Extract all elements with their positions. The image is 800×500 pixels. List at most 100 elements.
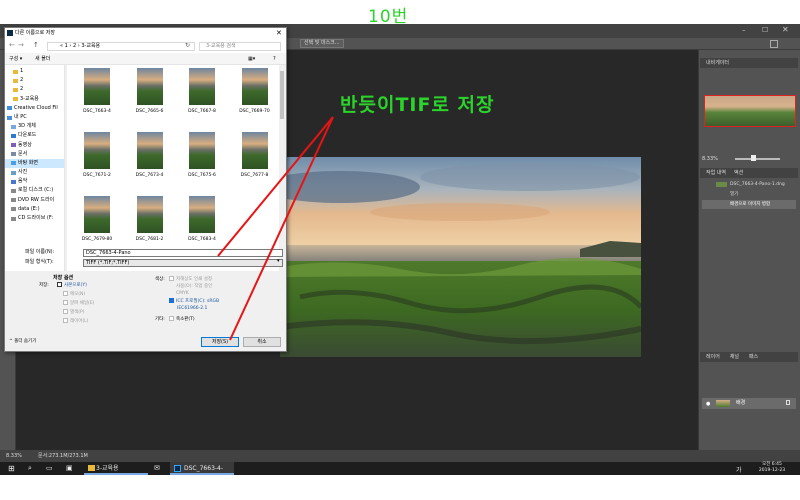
view-options-icon[interactable]: ▦▾ <box>248 53 255 65</box>
folder-icon <box>13 97 18 102</box>
nav-item[interactable]: 3-교육용 <box>5 95 64 104</box>
nav-item[interactable]: CD 드라이브 (F: <box>5 214 64 223</box>
file-item[interactable]: DSC_7667-8 <box>180 68 224 125</box>
taskbar-explorer-label: 3-교육용 <box>96 465 119 472</box>
folder-icon <box>13 69 18 74</box>
thumbnail-option[interactable]: 축소판(T) <box>169 316 195 324</box>
filename-input[interactable]: DSC_7663-4-Pano <box>83 249 283 257</box>
cancel-button[interactable]: 취소 <box>243 337 281 347</box>
dialog-close-icon[interactable]: ✕ <box>276 29 282 37</box>
search-input[interactable]: 3-교육용 검색 <box>199 42 281 51</box>
clock[interactable]: 오전 6:45 2019-12-23 <box>752 462 792 474</box>
tab-paths[interactable]: 패스 <box>749 352 758 362</box>
nav-item[interactable]: 로컬 디스크 (C:) <box>5 186 64 195</box>
windows-start-icon[interactable]: ⊞ <box>8 464 15 473</box>
search-icon[interactable]: ⌕ <box>28 464 32 473</box>
address-bar[interactable]: « 1 › 2 › 3-교육용 <box>47 42 195 51</box>
nav-item-label: 사진 <box>18 169 28 176</box>
file-item[interactable]: DSC_7683-4 <box>180 196 224 253</box>
maximize-icon[interactable]: ☐ <box>762 26 768 34</box>
nav-item[interactable]: 3D 개체 <box>5 122 64 131</box>
nav-item[interactable]: 음악 <box>5 177 64 186</box>
folder-icon <box>11 152 16 157</box>
icc-profile-name: IEC61966-2.1 <box>177 306 208 311</box>
language-indicator[interactable]: 가 <box>736 465 742 474</box>
nav-item-label: 문서 <box>18 150 28 157</box>
nav-item[interactable]: 문서 <box>5 150 64 159</box>
nav-item[interactable]: 2 <box>5 85 64 94</box>
folder-icon <box>11 133 16 138</box>
hide-folders-toggle[interactable]: ^ 폴더 숨기기 <box>9 338 36 346</box>
nav-item[interactable]: 2 <box>5 76 64 85</box>
file-name: DSC_7679-80 <box>81 237 113 242</box>
folder-icon <box>13 78 18 83</box>
select-mask-button[interactable]: 선택 및 마스크... <box>300 39 344 48</box>
nav-item[interactable]: 바탕 화면 <box>5 158 64 169</box>
checkbox[interactable] <box>57 282 62 287</box>
tab-layers[interactable]: 레이어 <box>706 352 720 362</box>
file-item[interactable]: DSC_7669-70 <box>233 68 277 125</box>
folder-icon <box>11 161 16 166</box>
file-item[interactable]: DSC_7663-4 <box>75 68 119 125</box>
folder-icon <box>11 170 16 175</box>
store-icon[interactable]: ▣ <box>66 464 73 472</box>
nav-item[interactable]: Creative Cloud Fil <box>5 104 64 113</box>
history-item-selected[interactable]: 배경으로 이미지 병합 <box>702 200 796 209</box>
task-view-icon[interactable]: ▭ <box>46 464 53 472</box>
nav-item[interactable]: 1 <box>5 67 64 76</box>
history-item[interactable]: 열기 <box>702 190 796 199</box>
file-item[interactable]: DSC_7679-80 <box>75 196 119 253</box>
file-item[interactable]: DSC_7673-4 <box>128 132 172 189</box>
file-item[interactable]: DSC_7671-2 <box>75 132 119 189</box>
eye-icon[interactable]: ● <box>706 401 710 407</box>
folder-icon <box>11 124 16 129</box>
mail-icon[interactable]: ✉ <box>154 464 160 472</box>
tab-actions[interactable]: 액션 <box>734 168 743 178</box>
as-copy-option[interactable]: 사본으로(Y) <box>57 282 87 290</box>
close-icon[interactable]: ✕ <box>782 25 789 34</box>
filetype-select[interactable]: TIFF (*.TIF;*.TIFF) <box>83 259 283 267</box>
nav-item-label: 2 <box>20 86 24 93</box>
refresh-icon[interactable]: ↻ <box>185 42 190 49</box>
nav-item[interactable]: 내 PC <box>5 113 64 122</box>
other-label: 기타: <box>155 317 165 322</box>
save-button[interactable]: 저장(S) <box>201 337 239 347</box>
forward-arrow-icon[interactable]: → <box>18 41 24 49</box>
new-folder-button[interactable]: 새 폴더 <box>35 53 50 65</box>
nav-item[interactable]: 사진 <box>5 168 64 177</box>
file-item[interactable]: DSC_7681-2 <box>128 196 172 253</box>
up-arrow-icon[interactable]: ↑ <box>33 41 39 49</box>
nav-item[interactable]: 다운로드 <box>5 131 64 140</box>
folder-icon <box>11 216 16 221</box>
scrollbar[interactable] <box>279 65 285 271</box>
slider-handle[interactable] <box>751 155 756 161</box>
checkbox[interactable] <box>169 316 174 321</box>
tab-navigator[interactable]: 내비게이터 <box>700 58 798 68</box>
history-item-label: 배경으로 이미지 병합 <box>730 202 771 207</box>
document-canvas-image[interactable] <box>280 157 641 357</box>
nav-item[interactable]: DVD RW 드라이 <box>5 196 64 205</box>
nav-item-label: data (E:) <box>18 205 40 212</box>
back-arrow-icon[interactable]: ← <box>9 41 15 49</box>
organize-button[interactable]: 구성 ▾ <box>9 53 22 65</box>
proof-label: 저해상도 인쇄 설정 <box>176 277 212 282</box>
tab-channels[interactable]: 채널 <box>730 352 739 362</box>
file-item[interactable]: DSC_7677-8 <box>233 132 277 189</box>
checkbox-checked[interactable] <box>169 298 174 303</box>
ps-app-icon <box>7 30 13 36</box>
file-item[interactable]: DSC_7675-6 <box>180 132 224 189</box>
tab-history[interactable]: 작업 내역 <box>706 168 726 178</box>
nav-item[interactable]: data (E:) <box>5 205 64 214</box>
file-thumbnail <box>84 196 110 233</box>
file-thumbnail <box>189 196 215 233</box>
navigator-zoom-value: 8.33% <box>702 156 718 162</box>
help-icon[interactable]: ? <box>273 53 276 65</box>
nav-item[interactable]: 동영상 <box>5 141 64 150</box>
nav-item-label: 3-교육용 <box>20 95 39 102</box>
minimize-icon[interactable]: – <box>742 26 746 34</box>
navigator-zoom-slider[interactable] <box>735 158 780 160</box>
file-item[interactable]: DSC_7665-6 <box>128 68 172 125</box>
share-icon[interactable] <box>770 40 778 48</box>
thumbnail-label: 축소판(T) <box>176 317 195 322</box>
command-bar: 구성 ▾ 새 폴더 ▦▾ ? <box>5 53 286 65</box>
